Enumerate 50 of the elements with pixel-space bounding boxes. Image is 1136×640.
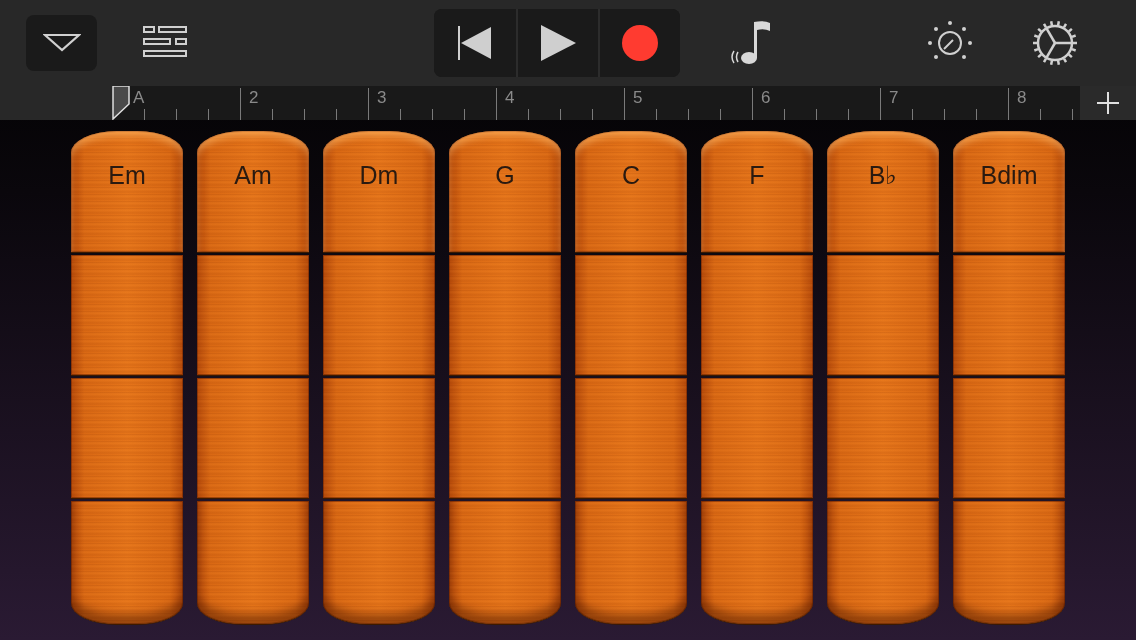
chord-strip-pad[interactable] [827,255,939,376]
chord-strip-pad[interactable] [575,501,687,625]
chord-strip-pad[interactable] [953,255,1065,376]
chord-strip-pad[interactable] [197,378,309,499]
bar-marker: 7 [889,88,899,108]
triangle-down-icon [42,33,81,53]
chord-strip-pad[interactable] [197,501,309,625]
chord-strip-button[interactable]: Em [71,131,183,253]
play-icon [540,25,576,61]
bar-marker: 5 [633,88,643,108]
settings-icon[interactable] [1032,20,1078,66]
chord-strip-pad[interactable] [701,378,813,499]
chord-strip-pad[interactable] [323,255,435,376]
chord-strip-pad[interactable] [71,501,183,625]
chord-strip-button[interactable]: Bdim [953,131,1065,253]
chord-strip-pad[interactable] [197,255,309,376]
chord-strip-pad[interactable] [449,501,561,625]
bar-marker: 3 [377,88,387,108]
chord-strip-pad[interactable] [701,501,813,625]
chord-strip-button[interactable]: Am [197,131,309,253]
record-icon [622,25,658,61]
skip-back-icon [458,26,492,60]
chord-strip-pad[interactable] [323,378,435,499]
chord-strip-button[interactable]: C [575,131,687,253]
chord-strip-button[interactable]: F [701,131,813,253]
dropdown-button[interactable] [26,15,97,71]
chord-strip-pad[interactable] [71,378,183,499]
chord-strip-pad[interactable] [575,378,687,499]
chord-strip-pad[interactable] [701,255,813,376]
chord-strip-button[interactable]: B♭ [827,131,939,253]
bar-marker: 4 [505,88,515,108]
chord-strip-pad[interactable] [827,501,939,625]
bar-marker: 2 [249,88,259,108]
chord-strip-button[interactable]: Dm [323,131,435,253]
bar-marker: 6 [761,88,771,108]
bar-marker: 8 [1017,88,1027,108]
chord-strip-pad[interactable] [575,255,687,376]
chord-strip-pad[interactable] [827,378,939,499]
chord-strip-pad[interactable] [323,501,435,625]
playhead-handle[interactable] [112,86,130,120]
plus-icon [1097,92,1119,114]
chord-strip-pad[interactable] [953,501,1065,625]
chord-strip-pad[interactable] [71,255,183,376]
chord-strip-pad[interactable] [449,255,561,376]
record-button[interactable] [598,9,680,77]
bar-marker: A [133,88,145,108]
chord-strip-pad[interactable] [449,378,561,499]
chord-strip-pad[interactable] [953,378,1065,499]
chord-strip-button[interactable]: G [449,131,561,253]
timeline-ruler[interactable]: A 2 3 4 5 6 7 8 [112,86,1080,120]
